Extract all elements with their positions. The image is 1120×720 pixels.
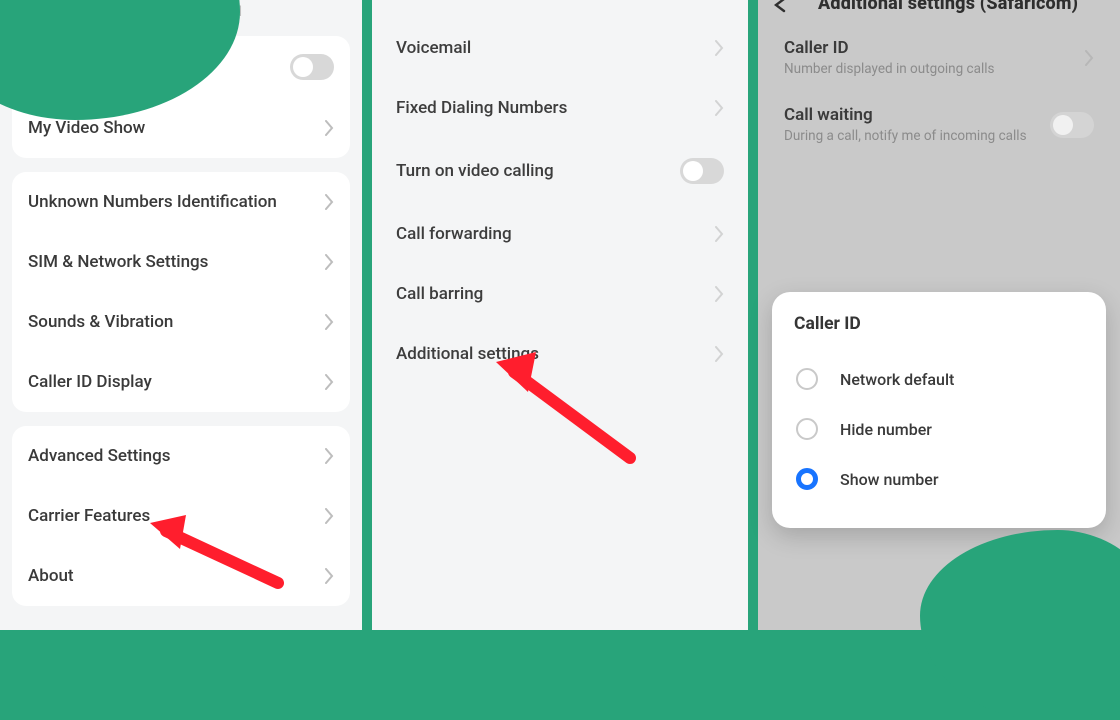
chevron-right-icon [325, 374, 334, 390]
chevron-right-icon [325, 568, 334, 584]
row-unknown-numbers[interactable]: Unknown Numbers Identification [12, 172, 350, 232]
back-icon[interactable] [772, 0, 792, 13]
row-label: Fixed Dialing Numbers [396, 98, 715, 118]
chevron-right-icon [325, 508, 334, 524]
option-show-number[interactable]: Show number [794, 454, 1084, 504]
row-advanced-settings[interactable]: Advanced Settings [12, 426, 350, 486]
row-label: Additional settings [396, 344, 715, 364]
radio-unselected-icon [796, 368, 818, 390]
chevron-right-icon [1085, 50, 1094, 66]
row-label: Caller ID Display [28, 372, 325, 392]
toggle-off-icon[interactable] [1050, 112, 1094, 138]
chevron-right-icon [325, 448, 334, 464]
row-title: Call waiting [784, 105, 1050, 125]
option-hide-number[interactable]: Hide number [794, 404, 1084, 454]
row-call-forwarding[interactable]: Call forwarding [372, 204, 748, 264]
settings-group-2: Unknown Numbers Identification SIM & Net… [12, 172, 350, 412]
row-sounds-vibration[interactable]: Sounds & Vibration [12, 292, 350, 352]
row-sim-network[interactable]: SIM & Network Settings [12, 232, 350, 292]
chevron-right-icon [325, 120, 334, 136]
chevron-right-icon [715, 346, 724, 362]
row-about[interactable]: About [12, 546, 350, 606]
toggle-off-icon[interactable] [680, 158, 724, 184]
row-additional-settings[interactable]: Additional settings [372, 324, 748, 384]
chevron-right-icon [715, 286, 724, 302]
radio-selected-icon [796, 468, 818, 490]
row-label: My Video Show [28, 118, 325, 138]
row-caller-id-display[interactable]: Caller ID Display [12, 352, 350, 412]
row-label: Sounds & Vibration [28, 312, 325, 332]
sheet-title: Caller ID [794, 314, 1084, 334]
row-label: Carrier Features [28, 506, 325, 526]
chevron-right-icon [715, 40, 724, 56]
row-sub: Number displayed in outgoing calls [784, 61, 1085, 77]
radio-unselected-icon [796, 418, 818, 440]
row-label: About [28, 566, 325, 586]
row-voicemail[interactable]: Voicemail [372, 18, 748, 78]
row-caller-id[interactable]: Caller ID Number displayed in outgoing c… [766, 24, 1112, 91]
chevron-right-icon [715, 100, 724, 116]
row-fixed-dialing[interactable]: Fixed Dialing Numbers [372, 78, 748, 138]
row-label: Unknown Numbers Identification [28, 192, 325, 212]
settings-group-3: Advanced Settings Carrier Features About [12, 426, 350, 606]
option-label: Network default [840, 370, 954, 389]
page-title-cut: Additional settings (Safaricom) [818, 0, 1078, 14]
row-sub: During a call, notify me of incoming cal… [784, 128, 1050, 144]
row-label: Call barring [396, 284, 715, 304]
caller-id-sheet: Caller ID Network default Hide number Sh… [772, 292, 1106, 528]
header-cutoff: Additional settings (Safaricom) [758, 0, 1120, 15]
chevron-right-icon [325, 314, 334, 330]
option-label: Show number [840, 470, 938, 489]
toggle-off-icon[interactable] [290, 54, 334, 80]
row-label: Advanced Settings [28, 446, 325, 466]
option-network-default[interactable]: Network default [794, 354, 1084, 404]
screenshot-panel-2: Voicemail Fixed Dialing Numbers Turn on … [372, 0, 748, 630]
row-call-barring[interactable]: Call barring [372, 264, 748, 324]
chevron-right-icon [325, 254, 334, 270]
row-video-calling[interactable]: Turn on video calling [372, 138, 748, 204]
chevron-right-icon [715, 226, 724, 242]
row-label: SIM & Network Settings [28, 252, 325, 272]
row-label: Turn on video calling [396, 161, 680, 181]
row-label: Voicemail [396, 38, 715, 58]
option-label: Hide number [840, 420, 932, 439]
row-call-waiting[interactable]: Call waiting During a call, notify me of… [766, 91, 1112, 158]
additional-settings-list: Caller ID Number displayed in outgoing c… [758, 24, 1120, 158]
chevron-right-icon [325, 194, 334, 210]
row-label: Call forwarding [396, 224, 715, 244]
row-title: Caller ID [784, 38, 1085, 58]
row-carrier-features[interactable]: Carrier Features [12, 486, 350, 546]
